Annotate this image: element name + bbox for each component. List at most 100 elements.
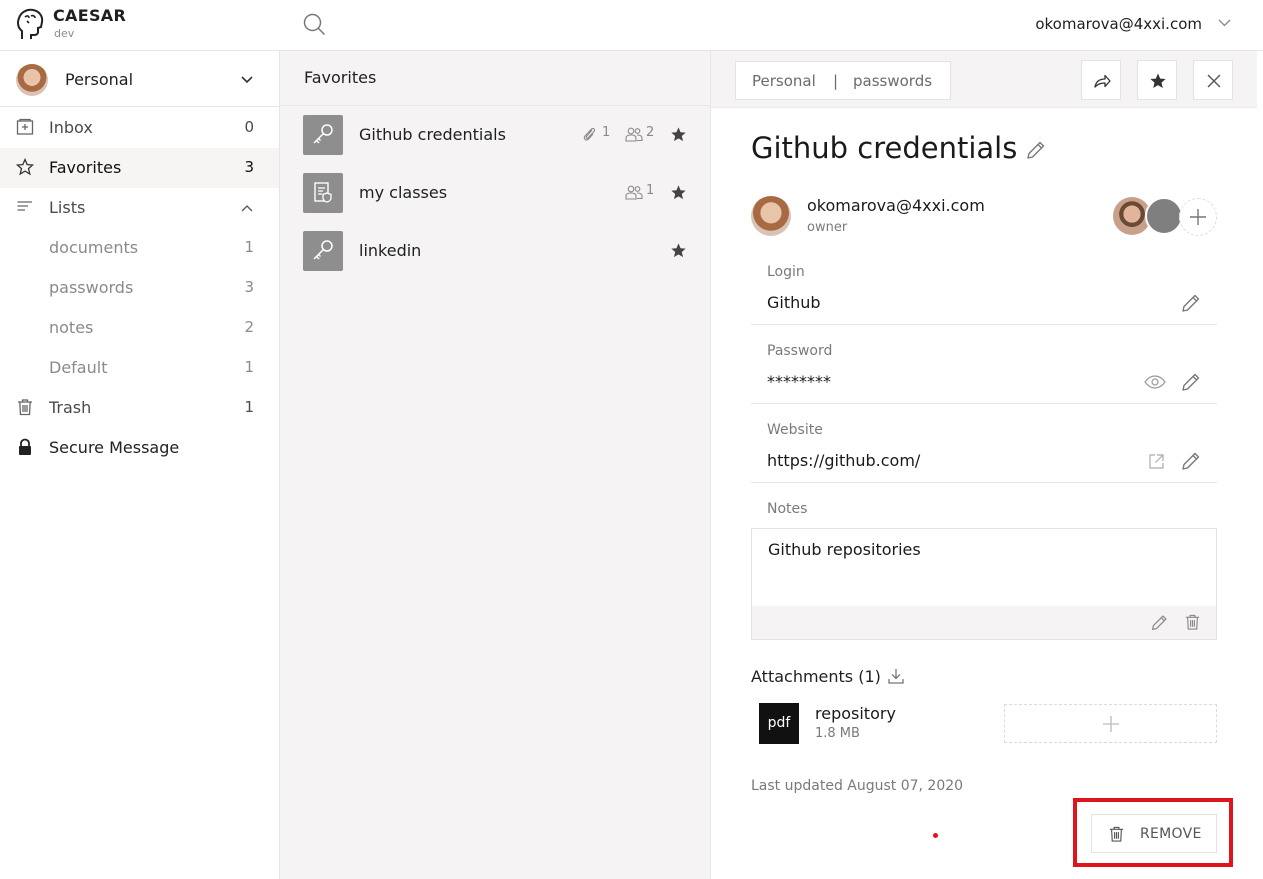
inbox-icon xyxy=(16,118,34,136)
account-name: Personal xyxy=(65,70,134,89)
sidebar-item-label: Inbox xyxy=(49,118,93,137)
sidebar: Personal Inbox 0 Favorites 3 Lists docum… xyxy=(0,51,280,879)
sidebar-item-lists[interactable]: Lists xyxy=(0,188,279,228)
star-icon[interactable] xyxy=(670,126,687,143)
star-outline-icon xyxy=(16,158,34,176)
list-header: Favorites xyxy=(280,51,710,106)
edit-title-icon[interactable] xyxy=(1025,139,1047,161)
list-item[interactable]: my classes 1 xyxy=(280,164,710,222)
items-list-panel: Favorites Github credentials 1 2 my clas… xyxy=(280,51,711,879)
sidebar-item-inbox[interactable]: Inbox 0 xyxy=(0,108,279,148)
breadcrumb: Personal | passwords xyxy=(735,61,951,100)
sidebar-item-default[interactable]: Default 1 xyxy=(0,348,279,388)
list-item[interactable]: Github credentials 1 2 xyxy=(280,106,710,164)
website-value: https://github.com/ xyxy=(767,451,921,470)
owner-avatar xyxy=(751,196,791,236)
list-item-name: linkedin xyxy=(359,241,422,260)
user-menu-email[interactable]: okomarova@4xxi.com xyxy=(1035,15,1202,33)
breadcrumb-account[interactable]: Personal xyxy=(752,72,816,90)
divider xyxy=(751,403,1217,404)
paperclip-icon xyxy=(582,126,596,143)
list-item[interactable]: linkedin xyxy=(280,222,710,280)
list-item-name: my classes xyxy=(359,183,448,202)
sidebar-item-trash[interactable]: Trash 1 xyxy=(0,388,279,428)
breadcrumb-separator: | xyxy=(833,72,839,90)
sidebar-item-count: 3 xyxy=(244,278,254,296)
item-detail-panel: Personal | passwords Github credentials … xyxy=(711,51,1263,879)
top-bar: CAESAR dev okomarova@4xxi.com xyxy=(0,0,1263,51)
download-icon[interactable] xyxy=(887,667,905,685)
sidebar-item-label: notes xyxy=(49,318,94,337)
attachments-title: Attachments (1) xyxy=(751,667,881,686)
login-label: Login xyxy=(767,264,805,280)
account-switcher[interactable]: Personal xyxy=(0,51,279,107)
star-icon[interactable] xyxy=(670,184,687,201)
item-title: Github credentials xyxy=(751,131,1018,165)
notes-value: Github repositories xyxy=(768,540,921,559)
users-icon xyxy=(625,185,643,200)
divider xyxy=(751,324,1217,325)
sidebar-item-notes[interactable]: notes 2 xyxy=(0,308,279,348)
trash-icon xyxy=(16,398,34,416)
close-icon xyxy=(1207,74,1221,88)
edit-notes-icon[interactable] xyxy=(1150,613,1169,632)
add-attachment-button[interactable] xyxy=(1004,704,1217,743)
detail-header: Personal | passwords xyxy=(711,51,1257,108)
sidebar-item-count: 1 xyxy=(244,238,254,256)
sidebar-item-label: Favorites xyxy=(49,158,122,177)
attachment-name[interactable]: repository xyxy=(815,704,896,723)
star-icon xyxy=(1150,73,1166,88)
users-icon xyxy=(625,127,643,142)
star-icon[interactable] xyxy=(670,242,687,259)
chevron-up-icon[interactable] xyxy=(241,204,253,212)
password-label: Password xyxy=(767,343,833,359)
pdf-file-icon[interactable]: pdf xyxy=(759,703,799,744)
favorite-button[interactable] xyxy=(1137,60,1177,100)
cursor-dot xyxy=(933,833,938,838)
chevron-down-icon[interactable] xyxy=(1218,19,1231,27)
app-name: CAESAR xyxy=(53,6,127,25)
chevron-down-icon xyxy=(241,76,253,84)
login-value: Github xyxy=(767,293,821,312)
shared-count: 2 xyxy=(646,125,655,140)
sidebar-item-count: 2 xyxy=(244,318,254,336)
lock-icon xyxy=(16,438,34,456)
add-member-button[interactable] xyxy=(1179,198,1217,236)
share-button[interactable] xyxy=(1081,60,1121,100)
sidebar-item-count: 3 xyxy=(244,158,254,176)
edit-login-icon[interactable] xyxy=(1180,292,1202,314)
search-icon[interactable] xyxy=(303,13,326,36)
shared-count: 1 xyxy=(646,183,655,198)
notes-box: Github repositories xyxy=(751,528,1217,640)
external-link-icon[interactable] xyxy=(1148,453,1165,470)
edit-password-icon[interactable] xyxy=(1180,371,1202,393)
lists-icon xyxy=(16,198,34,216)
sidebar-item-secure-message[interactable]: Secure Message xyxy=(0,428,279,468)
notes-label: Notes xyxy=(767,501,808,517)
trash-icon[interactable] xyxy=(1184,613,1201,631)
attachment-size: 1.8 MB xyxy=(815,726,860,741)
sidebar-item-passwords[interactable]: passwords 3 xyxy=(0,268,279,308)
sidebar-item-favorites[interactable]: Favorites 3 xyxy=(0,148,279,188)
list-title: Favorites xyxy=(304,68,377,87)
last-updated: Last updated August 07, 2020 xyxy=(751,778,964,794)
breadcrumb-list[interactable]: passwords xyxy=(853,72,932,90)
key-icon xyxy=(303,231,343,271)
sidebar-item-count: 1 xyxy=(244,398,254,416)
edit-website-icon[interactable] xyxy=(1180,450,1202,472)
sidebar-item-documents[interactable]: documents 1 xyxy=(0,228,279,268)
sidebar-item-label: Lists xyxy=(49,198,86,217)
attachment-count: 1 xyxy=(602,125,611,140)
sidebar-item-count: 1 xyxy=(244,358,254,376)
sidebar-item-label: passwords xyxy=(49,278,134,297)
highlight-box xyxy=(1073,798,1233,867)
eye-icon[interactable] xyxy=(1144,375,1166,389)
key-icon xyxy=(303,115,343,155)
avatar xyxy=(16,64,48,96)
divider xyxy=(751,482,1217,483)
shared-user-avatar[interactable] xyxy=(1145,197,1183,235)
close-button[interactable] xyxy=(1193,60,1233,100)
sidebar-item-label: Default xyxy=(49,358,108,377)
sidebar-item-label: Secure Message xyxy=(49,438,180,457)
app-env: dev xyxy=(54,27,75,40)
